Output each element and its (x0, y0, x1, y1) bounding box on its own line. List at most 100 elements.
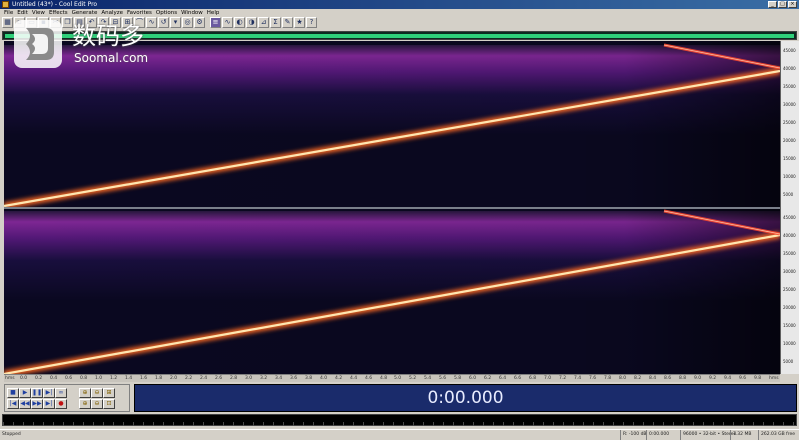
time-tick: 6.2 (484, 376, 492, 381)
freq-tick: 30000 (783, 102, 796, 107)
time-tick: 4.4 (350, 376, 358, 381)
time-tick: 5.4 (424, 376, 432, 381)
time-ruler[interactable]: hms 0.0 0.2 0.4 0.6 0.8 1.0 1.2 1.4 1.6 1.8 2.0 2.2 2… (4, 374, 780, 382)
zoom-selection-icon: ⊡ (106, 400, 112, 407)
time-tick: 5.8 (454, 376, 462, 381)
zoom-out-vertical-button[interactable]: ⊖ (91, 399, 103, 409)
freq-tick: 5000 (783, 359, 794, 364)
time-tick: 4.6 (365, 376, 373, 381)
help-icon[interactable]: ? (306, 17, 317, 28)
zoom-out-vertical-icon: ⊖ (94, 400, 100, 407)
frequency-ruler-left: 45000 40000 35000 30000 25000 20000 1500… (781, 41, 799, 207)
play-icon: ▶ (22, 389, 28, 396)
time-tick: 1.4 (125, 376, 133, 381)
freq-tick: 10000 (783, 174, 796, 179)
time-tick: 6.4 (499, 376, 507, 381)
channel-right (4, 209, 780, 374)
freq-tick: 10000 (783, 341, 796, 346)
time-tick: 8.2 (634, 376, 642, 381)
zoom-out-horizontal-icon: ⊖ (94, 389, 100, 396)
app-icon[interactable] (2, 1, 9, 8)
spectral-view-icon[interactable]: ≡ (210, 17, 221, 28)
freq-tick: 20000 (783, 305, 796, 310)
window-controls: _ □ × (768, 1, 797, 8)
level-meter-scale (3, 422, 796, 426)
time-tick: 8.6 (664, 376, 672, 381)
level-meter[interactable] (2, 414, 797, 426)
zoom-selection-button[interactable]: ⊡ (103, 399, 115, 409)
rewind-button[interactable]: ◀◀ (19, 399, 31, 409)
zoom-in-horizontal-icon: ⊕ (82, 389, 88, 396)
freq-tick: 35000 (783, 84, 796, 89)
status-bar: Stopped R: -100 dB 0:00.000 96000 • 32-b… (0, 429, 799, 440)
spectral-display[interactable] (4, 41, 780, 374)
freq-tick: 5000 (783, 192, 794, 197)
time-tick: 8.4 (649, 376, 657, 381)
waveform-view-icon[interactable]: ∿ (222, 17, 233, 28)
statistics-icon[interactable]: Σ (270, 17, 281, 28)
time-tick: 3.4 (275, 376, 283, 381)
time-tick: 5.6 (439, 376, 447, 381)
time-tick: 9.4 (724, 376, 732, 381)
time-tick: 9.0 (694, 376, 702, 381)
channel-divider (4, 207, 780, 209)
time-display: 0:00.000 (134, 384, 797, 412)
frequency-analysis-icon[interactable]: ⊿ (258, 17, 269, 28)
freq-tick: 45000 (783, 48, 796, 53)
go-end-icon: ▶| (45, 400, 53, 407)
play-to-end-icon: ▶| (45, 389, 53, 396)
time-tick: 7.6 (589, 376, 597, 381)
time-tick: hms (5, 376, 15, 381)
minimize-button[interactable]: _ (768, 1, 777, 8)
freq-tick: 35000 (783, 251, 796, 256)
zoom-in-vertical-button[interactable]: ⊕ (79, 399, 91, 409)
play-button[interactable]: ▶ (19, 388, 31, 398)
pause-button[interactable]: ❚❚ (31, 388, 43, 398)
pan-view-icon[interactable]: ◐ (234, 17, 245, 28)
go-end-button[interactable]: ▶| (43, 399, 55, 409)
zoom-full-icon: ⊞ (106, 389, 112, 396)
time-tick: 8.0 (619, 376, 627, 381)
zoom-out-horizontal-button[interactable]: ⊖ (91, 388, 103, 398)
time-tick: 9.8 (754, 376, 762, 381)
time-tick: 1.6 (140, 376, 148, 381)
phase-view-icon[interactable]: ◑ (246, 17, 257, 28)
scripts-icon[interactable]: ✎ (282, 17, 293, 28)
time-tick: 9.6 (739, 376, 747, 381)
maximize-button[interactable]: □ (778, 1, 787, 8)
time-tick: 8.8 (679, 376, 687, 381)
frequency-ruler[interactable]: 45000 40000 35000 30000 25000 20000 1500… (780, 41, 799, 374)
time-tick: 2.2 (185, 376, 193, 381)
fast-forward-button[interactable]: ▶▶ (31, 399, 43, 409)
time-tick: 5.0 (394, 376, 402, 381)
loop-button[interactable]: ∞ (55, 388, 67, 398)
freq-tick: 45000 (783, 215, 796, 220)
freq-tick: 25000 (783, 287, 796, 292)
freq-tick: 40000 (783, 66, 796, 71)
zoom-in-horizontal-button[interactable]: ⊕ (79, 388, 91, 398)
go-start-button[interactable]: |◀ (7, 399, 19, 409)
cd-icon[interactable]: ◎ (182, 17, 193, 28)
time-tick: hms (769, 376, 779, 381)
time-tick: 6.6 (514, 376, 522, 381)
title-bar[interactable]: Untitled (43*) - Cool Edit Pro _ □ × (0, 0, 799, 9)
soomal-logo-icon (14, 20, 62, 68)
time-tick: 4.2 (335, 376, 343, 381)
close-button[interactable]: × (788, 1, 797, 8)
favorites-icon[interactable]: ★ (294, 17, 305, 28)
settings-icon[interactable]: ⚙ (194, 17, 205, 28)
time-tick: 7.4 (574, 376, 582, 381)
zoom-in-vertical-icon: ⊕ (82, 400, 88, 407)
record-button[interactable]: ● (55, 399, 67, 409)
zoom-full-button[interactable]: ⊞ (103, 388, 115, 398)
time-tick: 0.4 (50, 376, 58, 381)
time-tick: 4.0 (320, 376, 328, 381)
time-tick: 2.8 (230, 376, 238, 381)
time-tick: 3.0 (245, 376, 253, 381)
time-tick: 7.0 (544, 376, 552, 381)
play-to-end-button[interactable]: ▶| (43, 388, 55, 398)
stop-button[interactable]: ■ (7, 388, 19, 398)
fast-forward-icon: ▶▶ (32, 400, 42, 407)
time-tick: 3.2 (260, 376, 268, 381)
time-tick: 1.2 (110, 376, 118, 381)
